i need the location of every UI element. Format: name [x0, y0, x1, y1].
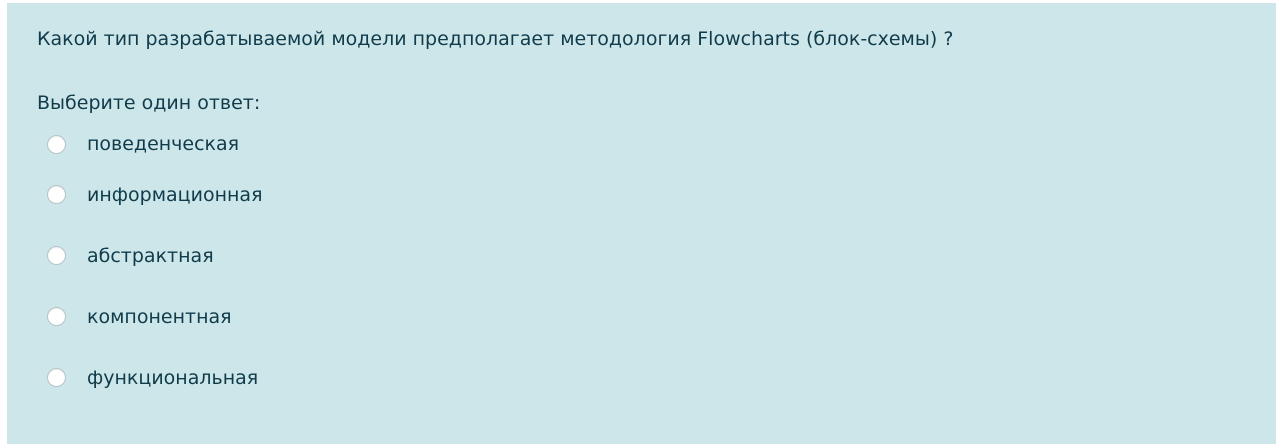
radio-button[interactable] — [47, 246, 66, 265]
question-text: Какой тип разрабатываемой модели предпол… — [37, 28, 954, 50]
answer-option-informational[interactable]: информационная — [47, 164, 263, 225]
option-label[interactable]: информационная — [87, 184, 263, 206]
answer-option-abstract[interactable]: абстрактная — [47, 225, 263, 286]
question-panel: Какой тип разрабатываемой модели предпол… — [7, 3, 1276, 444]
answer-option-component[interactable]: компонентная — [47, 286, 263, 347]
radio-button[interactable] — [47, 368, 66, 387]
radio-button[interactable] — [47, 307, 66, 326]
option-label[interactable]: компонентная — [87, 306, 232, 328]
option-label[interactable]: функциональная — [87, 367, 258, 389]
answer-prompt: Выберите один ответ: — [37, 92, 261, 114]
option-label[interactable]: поведенческая — [87, 133, 239, 155]
radio-button[interactable] — [47, 134, 66, 154]
answer-options: поведенческая информационная абстрактная… — [47, 124, 263, 408]
answer-option-functional[interactable]: функциональная — [47, 347, 263, 408]
option-label[interactable]: абстрактная — [87, 245, 214, 267]
radio-button[interactable] — [47, 185, 66, 204]
answer-option-behavioral[interactable]: поведенческая — [47, 124, 263, 164]
